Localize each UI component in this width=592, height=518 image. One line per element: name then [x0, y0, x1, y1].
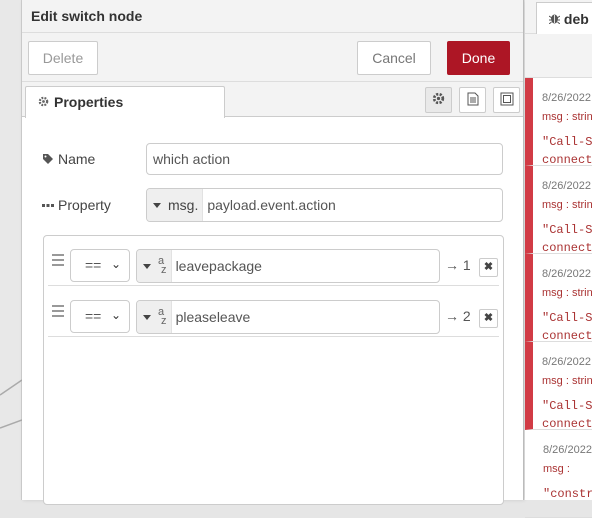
drag-handle-icon[interactable]	[52, 305, 64, 320]
edit-tray: Edit switch node Delete Cancel Done Prop…	[22, 0, 524, 505]
message-time: 8/26/2022	[542, 180, 591, 192]
rule-row: == ⌄ a z pleaseleave → 2 ✖	[48, 287, 499, 337]
name-label: Name	[58, 151, 96, 167]
rule-value[interactable]: leavepackage	[172, 250, 262, 282]
message-time: 8/26/2022	[543, 444, 592, 456]
rule-operator-value: ==	[85, 308, 102, 324]
message-time: 8/26/2022	[542, 356, 591, 368]
tab-description[interactable]	[459, 87, 486, 113]
message-line: connect	[542, 417, 592, 430]
message-line: "Call-S	[542, 311, 592, 325]
message-body: "Call-S connect	[542, 211, 592, 254]
property-value[interactable]: payload.event.action	[203, 189, 335, 221]
rule-row: == ⌄ a z leavepackage → 1 ✖	[48, 236, 499, 286]
sidebar-toolbar	[525, 34, 592, 78]
property-label: Property	[58, 197, 111, 213]
tray-title: Edit switch node	[22, 0, 523, 33]
close-icon: ✖	[483, 312, 494, 324]
rule-value-input[interactable]: a z leavepackage	[136, 249, 440, 283]
rule-operator-value: ==	[85, 257, 102, 273]
tab-properties-label: Properties	[54, 94, 124, 110]
tab-debug[interactable]: deb	[536, 2, 592, 34]
bug-icon	[548, 11, 564, 27]
string-type-icon: a z	[158, 255, 167, 276]
rule-output: → 1	[445, 257, 471, 273]
property-type-label: msg.	[168, 197, 199, 213]
cancel-button[interactable]: Cancel	[357, 41, 431, 75]
gear-icon	[432, 92, 445, 108]
rule-value-input[interactable]: a z pleaseleave	[136, 300, 440, 334]
rules-list: == ⌄ a z leavepackage → 1 ✖ == ⌄ a z ple…	[43, 235, 504, 505]
tab-appearance[interactable]	[493, 87, 520, 113]
message-line: "constr	[543, 487, 592, 501]
tag-icon	[42, 152, 54, 164]
message-type: msg : strin	[542, 111, 592, 123]
message-line: connect	[542, 153, 592, 166]
ellipsis-icon	[42, 198, 54, 210]
message-time: 8/26/2022	[542, 92, 591, 104]
done-button[interactable]: Done	[447, 41, 510, 75]
chevron-down-icon: ⌄	[110, 308, 121, 322]
property-type-select[interactable]: msg.	[147, 189, 204, 221]
rule-operator-select[interactable]: == ⌄	[70, 249, 130, 282]
remove-rule-button[interactable]: ✖	[479, 309, 498, 328]
debug-sidebar: deb 8/26/2022 msg : strin "Call-S connec…	[525, 0, 592, 518]
document-icon	[467, 92, 479, 109]
tray-tabs: Properties	[22, 82, 523, 118]
message-type: msg : strin	[542, 287, 592, 299]
name-label-row: Name	[42, 151, 95, 167]
message-body: "constr	[543, 475, 592, 503]
name-input[interactable]: which action	[146, 143, 503, 175]
debug-message[interactable]: 8/26/2022 msg : strin "Call-S connect	[525, 254, 592, 342]
rule-type-select[interactable]: a z	[137, 250, 172, 282]
sidebar-tabs: deb	[525, 0, 592, 34]
message-body: "Call-S connect	[542, 387, 592, 430]
message-line: connect	[542, 329, 592, 342]
frame-icon	[500, 92, 514, 109]
message-body: "Call-S connect	[542, 123, 592, 166]
caret-down-icon	[143, 314, 151, 320]
message-line: connect	[542, 241, 592, 254]
message-line: "Call-S	[542, 223, 592, 237]
gear-icon	[38, 96, 49, 110]
message-type: msg : strin	[542, 199, 592, 211]
workspace-wires	[0, 379, 22, 429]
debug-message[interactable]: 8/26/2022 msg : "constr	[525, 430, 592, 518]
rule-operator-select[interactable]: == ⌄	[70, 300, 130, 333]
message-line: "Call-S	[542, 135, 592, 149]
debug-message[interactable]: 8/26/2022 msg : strin "Call-S connect	[525, 342, 592, 430]
caret-down-icon	[153, 202, 161, 208]
tab-settings[interactable]	[425, 87, 452, 113]
message-time: 8/26/2022	[542, 268, 591, 280]
rule-type-select[interactable]: a z	[137, 301, 172, 333]
message-type: msg :	[543, 463, 570, 475]
tab-debug-label: deb	[563, 11, 589, 27]
string-type-icon: a z	[158, 306, 167, 327]
drag-handle-icon[interactable]	[52, 254, 64, 269]
tray-toolbar: Delete Cancel Done	[22, 33, 523, 82]
caret-down-icon	[143, 263, 151, 269]
message-line: "Call-S	[542, 399, 592, 413]
property-label-row: Property	[42, 197, 111, 213]
close-icon: ✖	[483, 261, 494, 273]
message-type: msg : strin	[542, 375, 592, 387]
tab-properties[interactable]: Properties	[25, 86, 225, 118]
flow-workspace[interactable]	[0, 0, 22, 500]
remove-rule-button[interactable]: ✖	[479, 258, 498, 277]
debug-message[interactable]: 8/26/2022 msg : strin "Call-S connect	[525, 166, 592, 254]
rule-output: → 2	[445, 308, 471, 324]
rule-value[interactable]: pleaseleave	[172, 301, 251, 333]
property-typed-input[interactable]: msg. payload.event.action	[146, 188, 503, 222]
debug-message[interactable]: 8/26/2022 msg : strin "Call-S connect	[525, 78, 592, 166]
delete-button[interactable]: Delete	[28, 41, 98, 75]
message-body: "Call-S connect	[542, 299, 592, 342]
chevron-down-icon: ⌄	[110, 257, 121, 271]
